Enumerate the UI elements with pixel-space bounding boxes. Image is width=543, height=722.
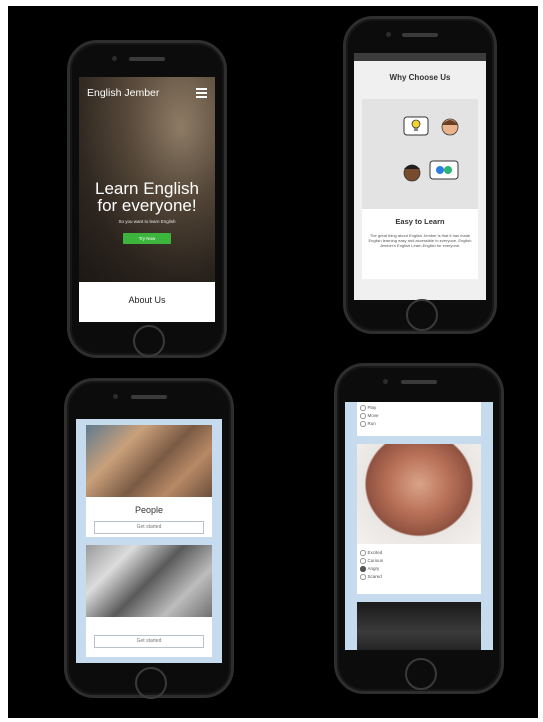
image-strip [354, 53, 486, 61]
phone-screen: English Jember Learn English for everyon… [79, 77, 215, 322]
home-button[interactable] [135, 667, 167, 699]
speaker-grille [129, 57, 165, 61]
feature-card: Easy to Learn The great thing about Engl… [362, 99, 478, 279]
try-now-button[interactable]: Try Now [123, 233, 171, 244]
home-button[interactable] [133, 325, 165, 357]
speaker-grille [402, 33, 438, 37]
radio-option[interactable]: Excited [360, 550, 382, 556]
hero-headline-line2: for everyone! [97, 196, 197, 215]
phone-mockup-quiz: Play Move Run Excited Curious Angry Scar… [334, 363, 504, 694]
radio-option[interactable]: Play [360, 405, 376, 411]
hero-section: English Jember Learn English for everyon… [79, 77, 215, 282]
hero-subtitle: So you want to learn English [118, 219, 176, 224]
phone-screen: People Get started Get started [76, 419, 222, 663]
about-us-heading: About Us [128, 295, 166, 305]
home-button[interactable] [405, 658, 437, 690]
phone-screen: Why Choose Us Easy to Learn The great th… [354, 53, 486, 300]
angry-face-photo [357, 444, 481, 544]
group-photo [86, 545, 212, 617]
hamburger-menu-icon[interactable] [196, 88, 207, 100]
radio-option[interactable]: Curious [360, 558, 383, 564]
front-camera [112, 56, 117, 61]
hand-photo [357, 602, 481, 650]
front-camera [113, 394, 118, 399]
get-started-button[interactable]: Get started [94, 635, 204, 648]
quiz-card-emotion: Excited Curious Angry Scared [357, 444, 481, 594]
card-title: People [134, 505, 164, 515]
why-choose-us-heading: Why Choose Us [389, 73, 451, 82]
speaker-grille [131, 395, 167, 399]
radio-option[interactable]: Scared [360, 574, 382, 580]
phone-mockup-why-choose: Why Choose Us Easy to Learn The great th… [343, 16, 497, 334]
speaker-grille [401, 380, 437, 384]
category-card-people: People Get started [86, 425, 212, 537]
radio-option-selected[interactable]: Angry [360, 566, 379, 572]
hero-headline-line1: Learn English [95, 179, 199, 198]
front-camera [386, 32, 391, 37]
category-card-second: Get started [86, 545, 212, 657]
card-description: The great thing about English Jember is … [368, 233, 472, 249]
front-camera [383, 379, 388, 384]
brand-logo[interactable]: English Jember [87, 87, 159, 99]
quiz-card-next [357, 602, 481, 650]
people-photo [86, 425, 212, 497]
radio-option[interactable]: Run [360, 421, 376, 427]
quiz-card-top: Play Move Run [357, 402, 481, 436]
home-button[interactable] [406, 299, 438, 331]
get-started-button[interactable]: Get started [94, 521, 204, 534]
phone-mockup-home: English Jember Learn English for everyon… [67, 40, 227, 358]
card-title: Easy to Learn [395, 217, 445, 226]
radio-option[interactable]: Move [360, 413, 379, 419]
hero-headline: Learn English for everyone! [79, 180, 215, 214]
phone-mockup-people: People Get started Get started [64, 378, 234, 699]
phone-screen: Play Move Run Excited Curious Angry Scar… [345, 402, 493, 650]
conversation-illustration-icon [403, 116, 459, 182]
